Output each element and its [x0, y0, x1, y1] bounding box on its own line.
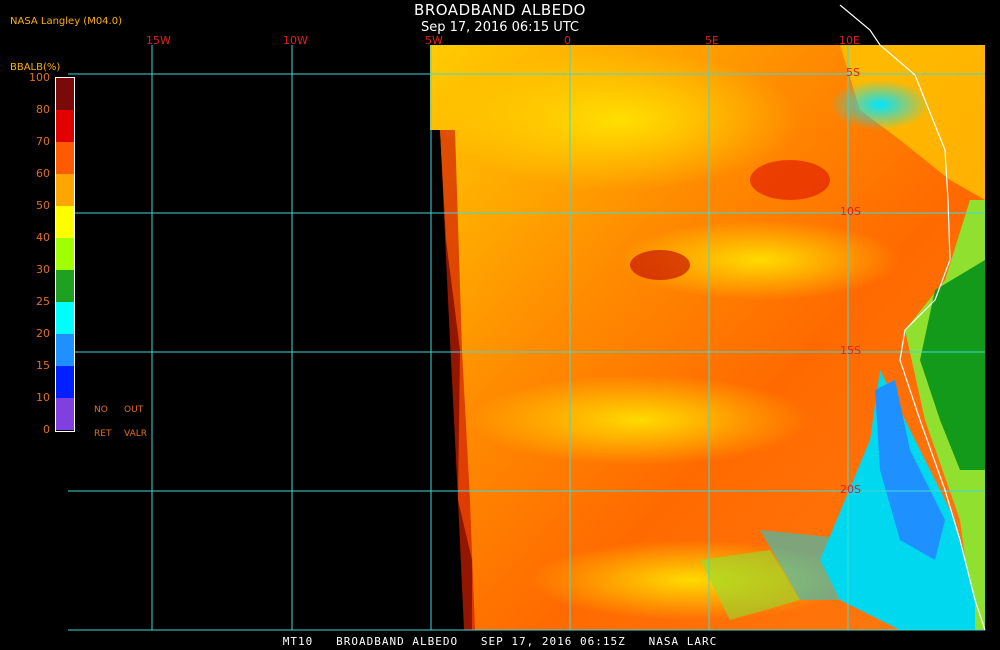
lat-lon-grid — [68, 4, 986, 631]
lat-label-10s: 10S — [840, 205, 861, 218]
legend-out-label: OUT — [124, 405, 144, 415]
lat-label-15s: 15S — [840, 344, 861, 357]
legend-tick-label: 40 — [36, 231, 50, 244]
lon-label-5e: 5E — [705, 34, 719, 47]
lon-label-10e: 10E — [839, 34, 860, 47]
legend-tick-label: 60 — [36, 167, 50, 180]
lon-label-0: 0 — [564, 34, 571, 47]
lat-label-5s: 5S — [846, 66, 860, 79]
lon-label-15w: 15W — [146, 34, 171, 47]
credit-label: NASA Langley (M04.0) — [10, 16, 122, 27]
legend-tick-label: 10 — [36, 391, 50, 404]
legend-tick-label: 100 — [29, 71, 50, 84]
lon-label-5w: 5W — [425, 34, 443, 47]
legend-tick-label: 80 — [36, 103, 50, 116]
legend-valr-label: VALR — [124, 429, 148, 439]
legend-tick-label: 15 — [36, 359, 50, 372]
map-title: BROADBAND ALBEDO — [414, 1, 586, 19]
legend-no-label: NO — [94, 405, 108, 415]
legend-frame — [55, 77, 75, 432]
legend-tick-label: 50 — [36, 199, 50, 212]
legend-tick-label: 30 — [36, 263, 50, 276]
coastline — [839, 4, 986, 631]
legend-tick-label: 25 — [36, 295, 50, 308]
lat-label-20s: 20S — [840, 483, 861, 496]
legend-tick-label: 20 — [36, 327, 50, 340]
legend-tick-label: 0 — [43, 423, 50, 436]
lon-label-10w: 10W — [283, 34, 308, 47]
legend-tick-label: 70 — [36, 135, 50, 148]
map-subtitle: Sep 17, 2016 06:15 UTC — [420, 20, 580, 35]
legend-ret-label: RET — [94, 429, 112, 439]
footer-caption: MT10 BROADBAND ALBEDO SEP 17, 2016 06:15… — [282, 635, 718, 648]
